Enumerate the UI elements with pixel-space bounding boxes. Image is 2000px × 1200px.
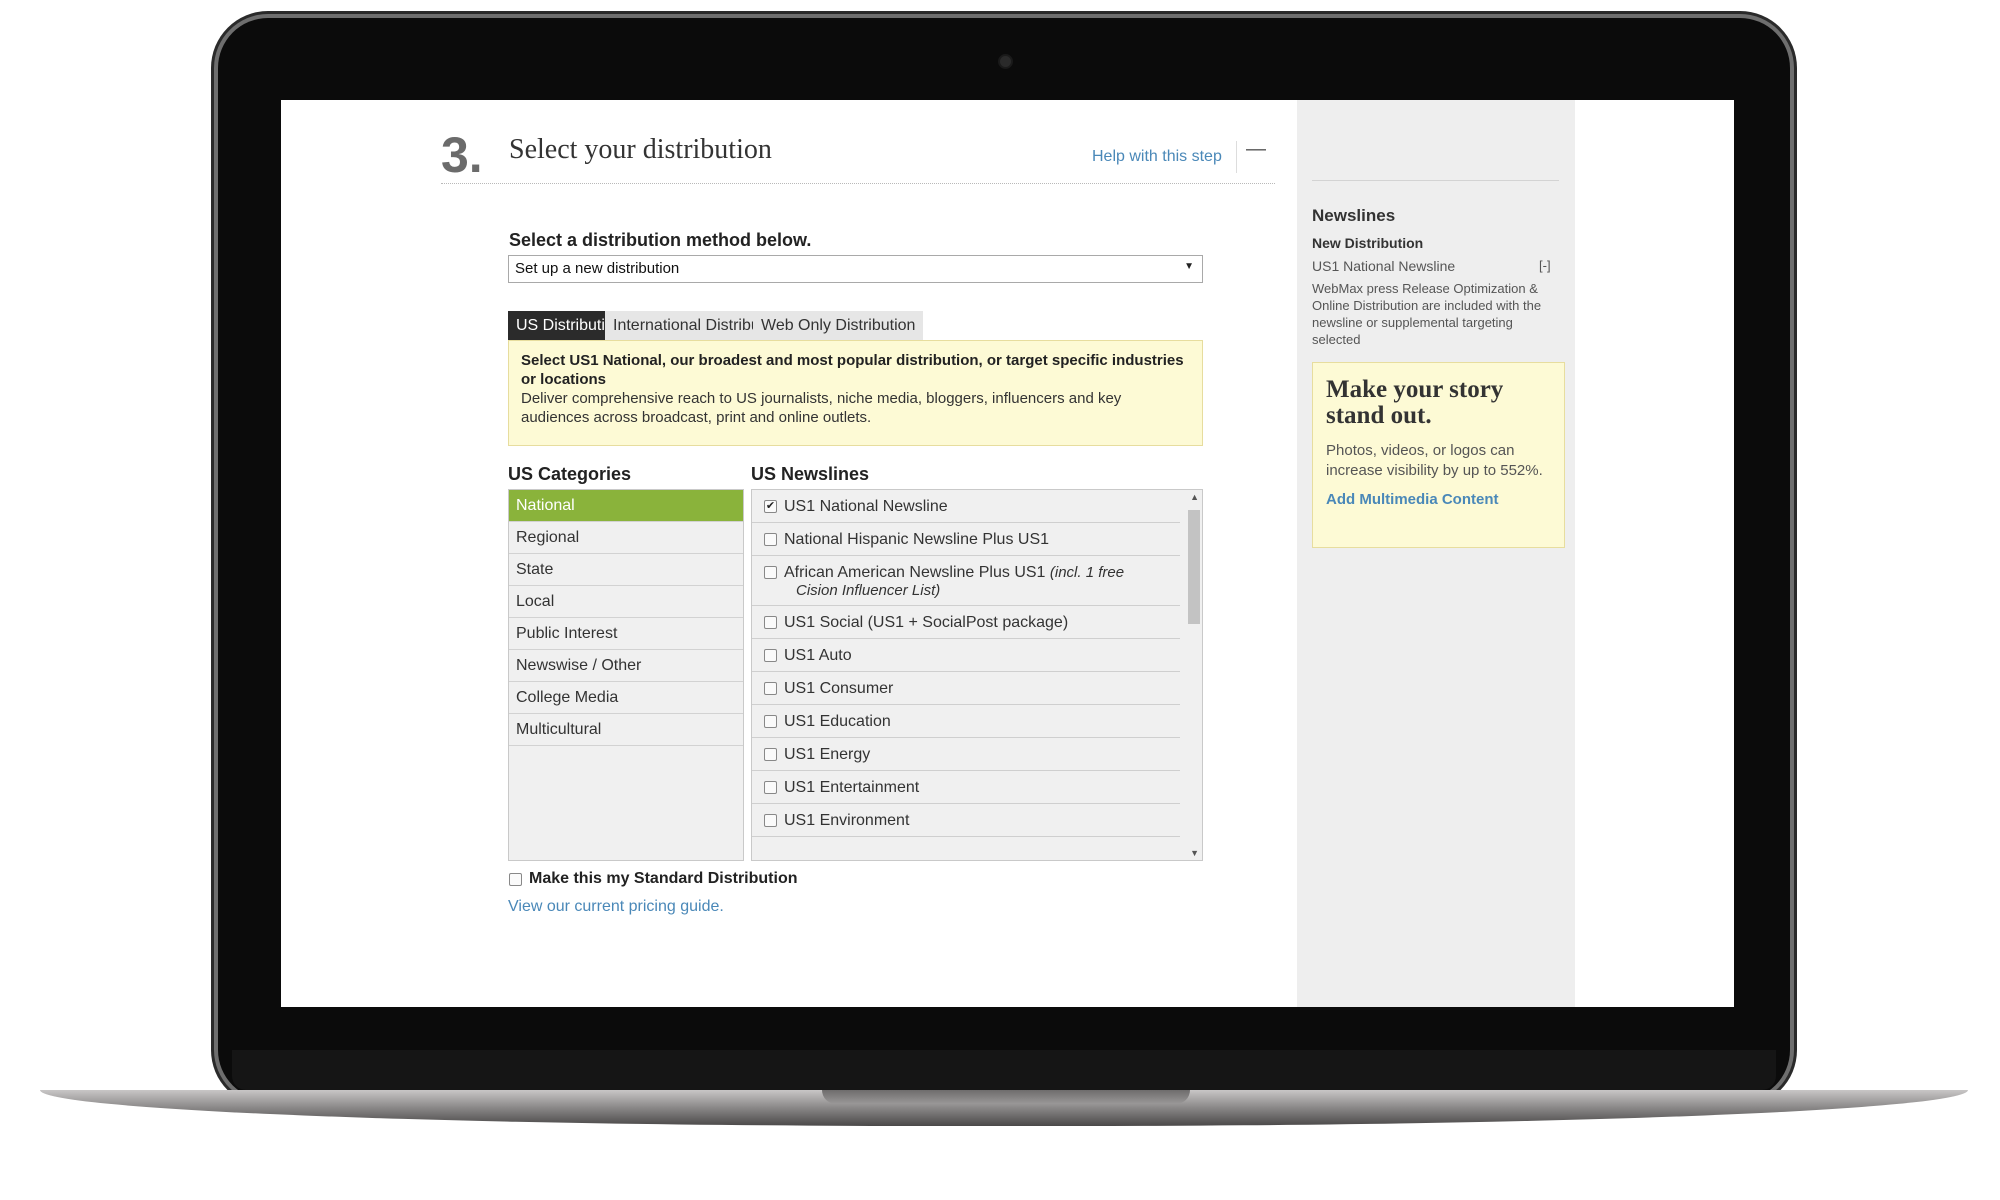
method-label: Select a distribution method below. [509,230,812,250]
newsline-item[interactable]: ✔ US1 National Newsline [752,490,1180,523]
category-item-national[interactable]: National [509,490,743,522]
info-box: Select US1 National, our broadest and mo… [508,340,1203,446]
newsline-checkbox[interactable] [764,781,777,794]
standard-distribution-label: Make this my Standard Distribution [529,870,798,887]
header-divider [1236,141,1237,173]
newsline-label: US1 National Newsline [784,498,948,515]
laptop-notch [822,1090,1190,1104]
newsline-item[interactable]: US1 Social (US1 + SocialPost package) [752,606,1180,639]
newsline-checkbox[interactable] [764,649,777,662]
method-selected-value: Set up a new distribution [515,260,680,277]
step-number: 3. [441,127,483,183]
multimedia-promo: Make your story stand out. Photos, video… [1312,362,1565,548]
category-item-local[interactable]: Local [509,586,743,618]
newsline-checkbox[interactable] [764,814,777,827]
newsline-label: US1 Social (US1 + SocialPost package) [784,614,1069,631]
newslines-heading: US Newslines [751,464,870,484]
sidebar-heading: Newslines [1312,206,1396,225]
newsline-checkbox[interactable] [764,748,777,761]
newsline-label: US1 Consumer [784,680,894,697]
page-title: Select your distribution [509,134,772,165]
newsline-item[interactable]: African American Newsline Plus US1 (incl… [752,556,1180,606]
newsline-note-continued: Cision Influencer List) [796,582,941,599]
newsline-item[interactable]: US1 Consumer [752,672,1180,705]
promo-title: Make your story stand out. [1326,376,1504,429]
newsline-checkbox[interactable] [764,682,777,695]
sidebar-subheading: New Distribution [1312,235,1424,251]
promo-text: Photos, videos, or logos can increase vi… [1326,442,1543,479]
pricing-guide-link[interactable]: View our current pricing guide. [508,898,724,916]
newsline-label: US1 Auto [784,647,852,664]
scroll-down-icon[interactable]: ▼ [1190,848,1199,858]
webcam [1000,56,1011,67]
newsline-label: African American Newsline Plus US1 [784,564,1046,581]
newsline-label: US1 Environment [784,812,910,829]
category-item-public-interest[interactable]: Public Interest [509,618,743,650]
scroll-thumb[interactable] [1188,510,1200,624]
newslines-scrollbar[interactable]: ▲ ▼ [1186,490,1202,860]
category-item-multicultural[interactable]: Multicultural [509,714,743,746]
newsline-item[interactable]: US1 Education [752,705,1180,738]
newsline-checkbox[interactable] [764,616,777,629]
newsline-label: US1 Education [784,713,891,730]
newsline-checkbox[interactable] [764,566,777,579]
category-item-college-media[interactable]: College Media [509,682,743,714]
category-item-state[interactable]: State [509,554,743,586]
newsline-item[interactable]: US1 Auto [752,639,1180,672]
info-headline: Select US1 National, our broadest and mo… [521,352,1184,388]
newsline-checkbox[interactable]: ✔ [764,500,777,513]
newsline-item[interactable]: US1 Energy [752,738,1180,771]
newsline-checkbox[interactable] [764,533,777,546]
header-rule [441,183,1275,184]
newsline-checkbox[interactable] [764,715,777,728]
newsline-label: US1 Energy [784,746,871,763]
info-body: Deliver comprehensive reach to US journa… [521,390,1122,426]
chevron-down-icon: ▼ [1184,261,1194,272]
panel-divider [1312,180,1559,181]
categories-list: National Regional State Local Public Int… [508,489,744,861]
category-item-regional[interactable]: Regional [509,522,743,554]
add-multimedia-link[interactable]: Add Multimedia Content [1326,491,1551,508]
newsline-item[interactable]: National Hispanic Newsline Plus US1 [752,523,1180,556]
help-link[interactable]: Help with this step [1092,148,1222,166]
categories-heading: US Categories [508,464,632,484]
screen: 3. Select your distribution Help with th… [281,100,1734,1007]
newsline-item[interactable]: US1 Environment [752,804,1180,837]
distribution-method-select[interactable]: Set up a new distribution ▼ [508,255,1203,283]
newsline-label: National Hispanic Newsline Plus US1 [784,531,1050,548]
remove-newsline-button[interactable]: [-] [1539,258,1551,273]
sidebar-description: WebMax press Release Optimization & Onli… [1312,281,1542,347]
newsline-label: US1 Entertainment [784,779,920,796]
selected-newsline: US1 National Newsline [1312,258,1456,274]
category-item-newswise-other[interactable]: Newswise / Other [509,650,743,682]
newslines-list: ✔ US1 National Newsline National Hispani… [751,489,1203,861]
standard-distribution-checkbox[interactable] [509,873,522,886]
scroll-up-icon[interactable]: ▲ [1190,492,1199,502]
collapse-button[interactable]: — [1246,138,1266,161]
newsline-item[interactable]: US1 Entertainment [752,771,1180,804]
tab-web-only-distribution[interactable]: Web Only Distribution [753,311,924,340]
newsline-note: (incl. 1 free [1049,564,1125,581]
laptop-hinge [232,1050,1776,1090]
